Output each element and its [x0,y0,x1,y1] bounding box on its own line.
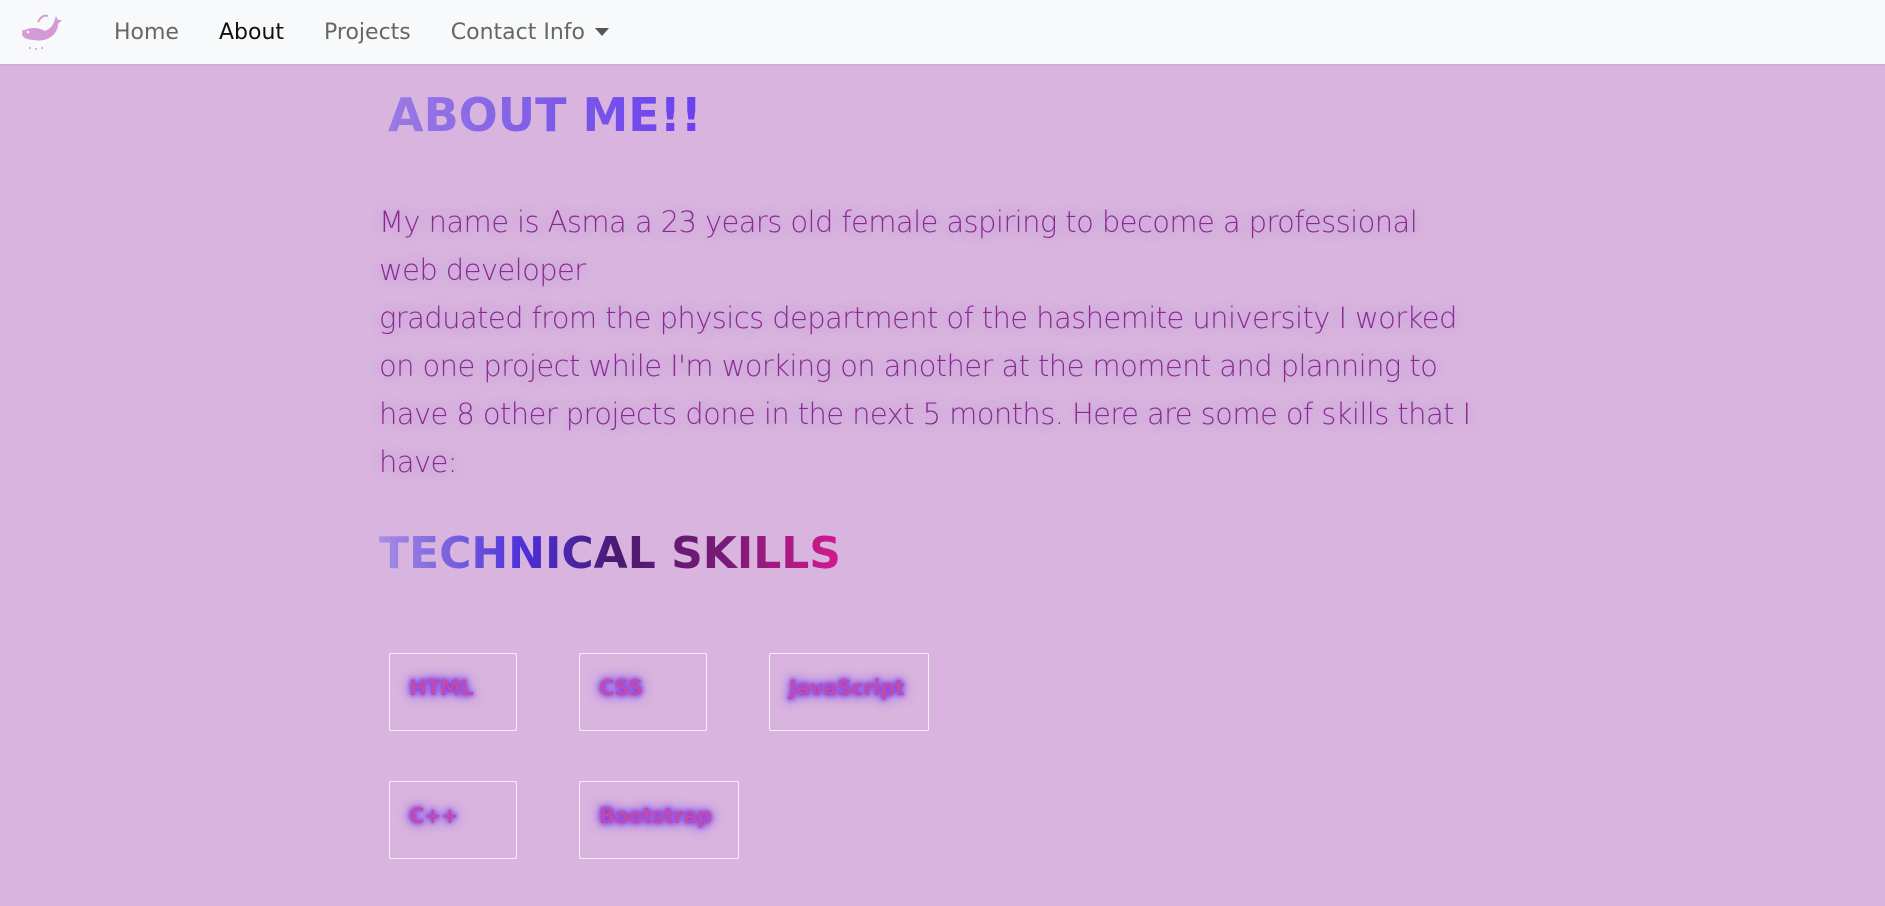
nav-dropdown-contact-info[interactable]: Contact Info [451,20,609,45]
skill-label: JavaScript [789,676,905,700]
skill-button-bootstrap[interactable]: Bootstrap [579,781,739,859]
about-title: ABOUT ME!! [388,88,702,142]
skill-button-css[interactable]: CSS [579,653,707,731]
nav-links: Home About Projects Contact Info [114,0,649,64]
skill-button-html[interactable]: HTML [389,653,517,731]
skill-label: CSS [599,676,643,700]
nav-link-projects[interactable]: Projects [324,20,411,45]
skill-button-javascript[interactable]: JavaScript [769,653,929,731]
nav-link-about[interactable]: About [219,20,284,45]
top-navbar: Home About Projects Contact Info [0,0,1885,64]
skill-label: C++ [409,804,459,828]
skills-title: TECHNICAL SKILLS [379,528,841,579]
nav-link-home[interactable]: Home [114,20,179,45]
nav-dropdown-label: Contact Info [450,19,585,45]
skill-label: HTML [409,676,474,700]
about-intro: My name is Asma a 23 years old female as… [379,198,1479,486]
skill-label: Bootstrap [599,804,712,828]
intro-paragraph-1: My name is Asma a 23 years old female as… [379,205,1418,287]
whale-logo-icon[interactable] [18,8,64,52]
caret-down-icon [594,28,609,36]
skill-button-cpp[interactable]: C++ [389,781,517,859]
intro-paragraph-2: graduated from the physics department of… [379,301,1471,479]
